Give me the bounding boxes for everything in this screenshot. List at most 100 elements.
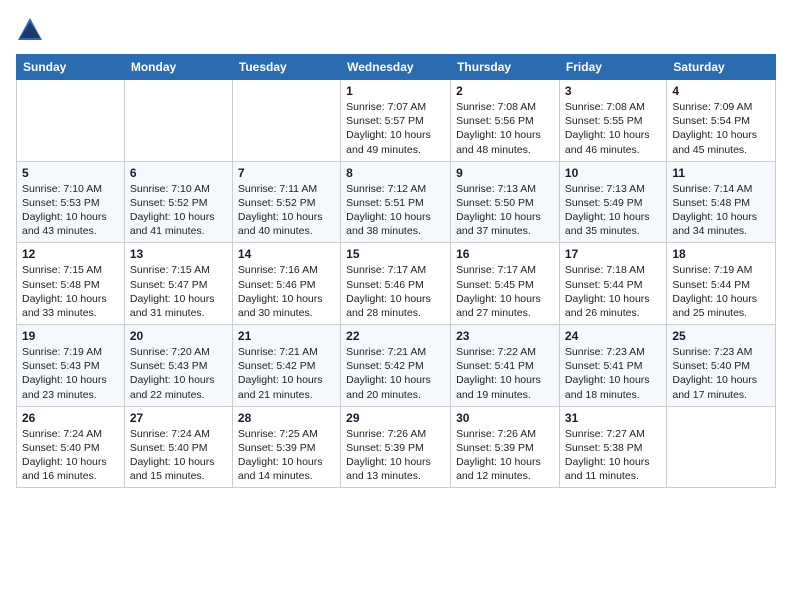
day-number: 11	[672, 166, 770, 180]
day-number: 29	[346, 411, 445, 425]
calendar-header-row: SundayMondayTuesdayWednesdayThursdayFrid…	[17, 55, 776, 80]
day-number: 15	[346, 247, 445, 261]
day-info: Sunrise: 7:14 AM Sunset: 5:48 PM Dayligh…	[672, 182, 770, 239]
day-number: 25	[672, 329, 770, 343]
day-info: Sunrise: 7:16 AM Sunset: 5:46 PM Dayligh…	[238, 263, 335, 320]
day-info: Sunrise: 7:26 AM Sunset: 5:39 PM Dayligh…	[456, 427, 554, 484]
day-number: 8	[346, 166, 445, 180]
day-info: Sunrise: 7:21 AM Sunset: 5:42 PM Dayligh…	[346, 345, 445, 402]
day-number: 1	[346, 84, 445, 98]
day-info: Sunrise: 7:23 AM Sunset: 5:41 PM Dayligh…	[565, 345, 661, 402]
day-cell: 15 Sunrise: 7:17 AM Sunset: 5:46 PM Dayli…	[341, 243, 451, 325]
page-header	[16, 16, 776, 44]
day-info: Sunrise: 7:21 AM Sunset: 5:42 PM Dayligh…	[238, 345, 335, 402]
day-cell	[17, 80, 125, 162]
day-cell: 3 Sunrise: 7:08 AM Sunset: 5:55 PM Daylig…	[559, 80, 666, 162]
day-number: 18	[672, 247, 770, 261]
day-info: Sunrise: 7:13 AM Sunset: 5:50 PM Dayligh…	[456, 182, 554, 239]
calendar-table: SundayMondayTuesdayWednesdayThursdayFrid…	[16, 54, 776, 488]
day-info: Sunrise: 7:10 AM Sunset: 5:53 PM Dayligh…	[22, 182, 119, 239]
day-info: Sunrise: 7:20 AM Sunset: 5:43 PM Dayligh…	[130, 345, 227, 402]
day-number: 23	[456, 329, 554, 343]
day-info: Sunrise: 7:18 AM Sunset: 5:44 PM Dayligh…	[565, 263, 661, 320]
day-number: 31	[565, 411, 661, 425]
day-number: 17	[565, 247, 661, 261]
day-cell: 10Sunrise: 7:13 AM Sunset: 5:49 PM Dayli…	[559, 161, 666, 243]
day-info: Sunrise: 7:15 AM Sunset: 5:47 PM Dayligh…	[130, 263, 227, 320]
day-number: 2	[456, 84, 554, 98]
day-cell: 18 Sunrise: 7:19 AM Sunset: 5:44 PM Dayli…	[667, 243, 776, 325]
week-row-1: 1 Sunrise: 7:07 AM Sunset: 5:57 PM Daylig…	[17, 80, 776, 162]
day-cell: 22 Sunrise: 7:21 AM Sunset: 5:42 PM Dayli…	[341, 325, 451, 407]
day-cell: 27 Sunrise: 7:24 AM Sunset: 5:40 PM Dayli…	[124, 406, 232, 488]
day-cell: 16 Sunrise: 7:17 AM Sunset: 5:45 PM Dayli…	[451, 243, 560, 325]
day-cell	[232, 80, 340, 162]
week-row-2: 5 Sunrise: 7:10 AM Sunset: 5:53 PM Daylig…	[17, 161, 776, 243]
day-number: 4	[672, 84, 770, 98]
day-number: 24	[565, 329, 661, 343]
day-info: Sunrise: 7:25 AM Sunset: 5:39 PM Dayligh…	[238, 427, 335, 484]
day-info: Sunrise: 7:13 AM Sunset: 5:49 PM Dayligh…	[565, 182, 661, 239]
day-cell	[667, 406, 776, 488]
day-cell: 28 Sunrise: 7:25 AM Sunset: 5:39 PM Dayli…	[232, 406, 340, 488]
day-cell: 25 Sunrise: 7:23 AM Sunset: 5:40 PM Dayli…	[667, 325, 776, 407]
day-number: 16	[456, 247, 554, 261]
day-number: 19	[22, 329, 119, 343]
day-info: Sunrise: 7:11 AM Sunset: 5:52 PM Dayligh…	[238, 182, 335, 239]
day-cell: 29Sunrise: 7:26 AM Sunset: 5:39 PM Dayli…	[341, 406, 451, 488]
day-header-tuesday: Tuesday	[232, 55, 340, 80]
day-cell: 4 Sunrise: 7:09 AM Sunset: 5:54 PM Daylig…	[667, 80, 776, 162]
day-info: Sunrise: 7:08 AM Sunset: 5:56 PM Dayligh…	[456, 100, 554, 157]
day-number: 14	[238, 247, 335, 261]
day-info: Sunrise: 7:12 AM Sunset: 5:51 PM Dayligh…	[346, 182, 445, 239]
day-cell: 24 Sunrise: 7:23 AM Sunset: 5:41 PM Dayli…	[559, 325, 666, 407]
week-row-3: 12Sunrise: 7:15 AM Sunset: 5:48 PM Dayli…	[17, 243, 776, 325]
day-cell	[124, 80, 232, 162]
day-cell: 8 Sunrise: 7:12 AM Sunset: 5:51 PM Daylig…	[341, 161, 451, 243]
day-cell: 19Sunrise: 7:19 AM Sunset: 5:43 PM Dayli…	[17, 325, 125, 407]
day-cell: 6 Sunrise: 7:10 AM Sunset: 5:52 PM Daylig…	[124, 161, 232, 243]
day-info: Sunrise: 7:22 AM Sunset: 5:41 PM Dayligh…	[456, 345, 554, 402]
day-cell: 7 Sunrise: 7:11 AM Sunset: 5:52 PM Daylig…	[232, 161, 340, 243]
day-number: 22	[346, 329, 445, 343]
day-number: 9	[456, 166, 554, 180]
day-header-monday: Monday	[124, 55, 232, 80]
day-number: 20	[130, 329, 227, 343]
day-number: 5	[22, 166, 119, 180]
day-info: Sunrise: 7:08 AM Sunset: 5:55 PM Dayligh…	[565, 100, 661, 157]
logo	[16, 16, 48, 44]
day-cell: 13 Sunrise: 7:15 AM Sunset: 5:47 PM Dayli…	[124, 243, 232, 325]
day-cell: 17 Sunrise: 7:18 AM Sunset: 5:44 PM Dayli…	[559, 243, 666, 325]
week-row-5: 26 Sunrise: 7:24 AM Sunset: 5:40 PM Dayli…	[17, 406, 776, 488]
day-cell: 5 Sunrise: 7:10 AM Sunset: 5:53 PM Daylig…	[17, 161, 125, 243]
day-cell: 9 Sunrise: 7:13 AM Sunset: 5:50 PM Daylig…	[451, 161, 560, 243]
day-number: 26	[22, 411, 119, 425]
day-cell: 21 Sunrise: 7:21 AM Sunset: 5:42 PM Dayli…	[232, 325, 340, 407]
day-info: Sunrise: 7:10 AM Sunset: 5:52 PM Dayligh…	[130, 182, 227, 239]
day-number: 28	[238, 411, 335, 425]
day-number: 7	[238, 166, 335, 180]
day-header-wednesday: Wednesday	[341, 55, 451, 80]
day-info: Sunrise: 7:24 AM Sunset: 5:40 PM Dayligh…	[130, 427, 227, 484]
day-info: Sunrise: 7:07 AM Sunset: 5:57 PM Dayligh…	[346, 100, 445, 157]
day-info: Sunrise: 7:09 AM Sunset: 5:54 PM Dayligh…	[672, 100, 770, 157]
day-cell: 14 Sunrise: 7:16 AM Sunset: 5:46 PM Dayli…	[232, 243, 340, 325]
day-info: Sunrise: 7:23 AM Sunset: 5:40 PM Dayligh…	[672, 345, 770, 402]
day-header-sunday: Sunday	[17, 55, 125, 80]
day-info: Sunrise: 7:17 AM Sunset: 5:46 PM Dayligh…	[346, 263, 445, 320]
logo-icon	[16, 16, 44, 44]
day-cell: 30Sunrise: 7:26 AM Sunset: 5:39 PM Dayli…	[451, 406, 560, 488]
day-header-thursday: Thursday	[451, 55, 560, 80]
day-number: 27	[130, 411, 227, 425]
day-info: Sunrise: 7:17 AM Sunset: 5:45 PM Dayligh…	[456, 263, 554, 320]
day-cell: 2 Sunrise: 7:08 AM Sunset: 5:56 PM Daylig…	[451, 80, 560, 162]
day-number: 3	[565, 84, 661, 98]
day-cell: 11 Sunrise: 7:14 AM Sunset: 5:48 PM Dayli…	[667, 161, 776, 243]
day-info: Sunrise: 7:19 AM Sunset: 5:44 PM Dayligh…	[672, 263, 770, 320]
day-number: 21	[238, 329, 335, 343]
day-number: 13	[130, 247, 227, 261]
day-cell: 31Sunrise: 7:27 AM Sunset: 5:38 PM Dayli…	[559, 406, 666, 488]
day-cell: 23 Sunrise: 7:22 AM Sunset: 5:41 PM Dayli…	[451, 325, 560, 407]
day-number: 12	[22, 247, 119, 261]
day-number: 6	[130, 166, 227, 180]
